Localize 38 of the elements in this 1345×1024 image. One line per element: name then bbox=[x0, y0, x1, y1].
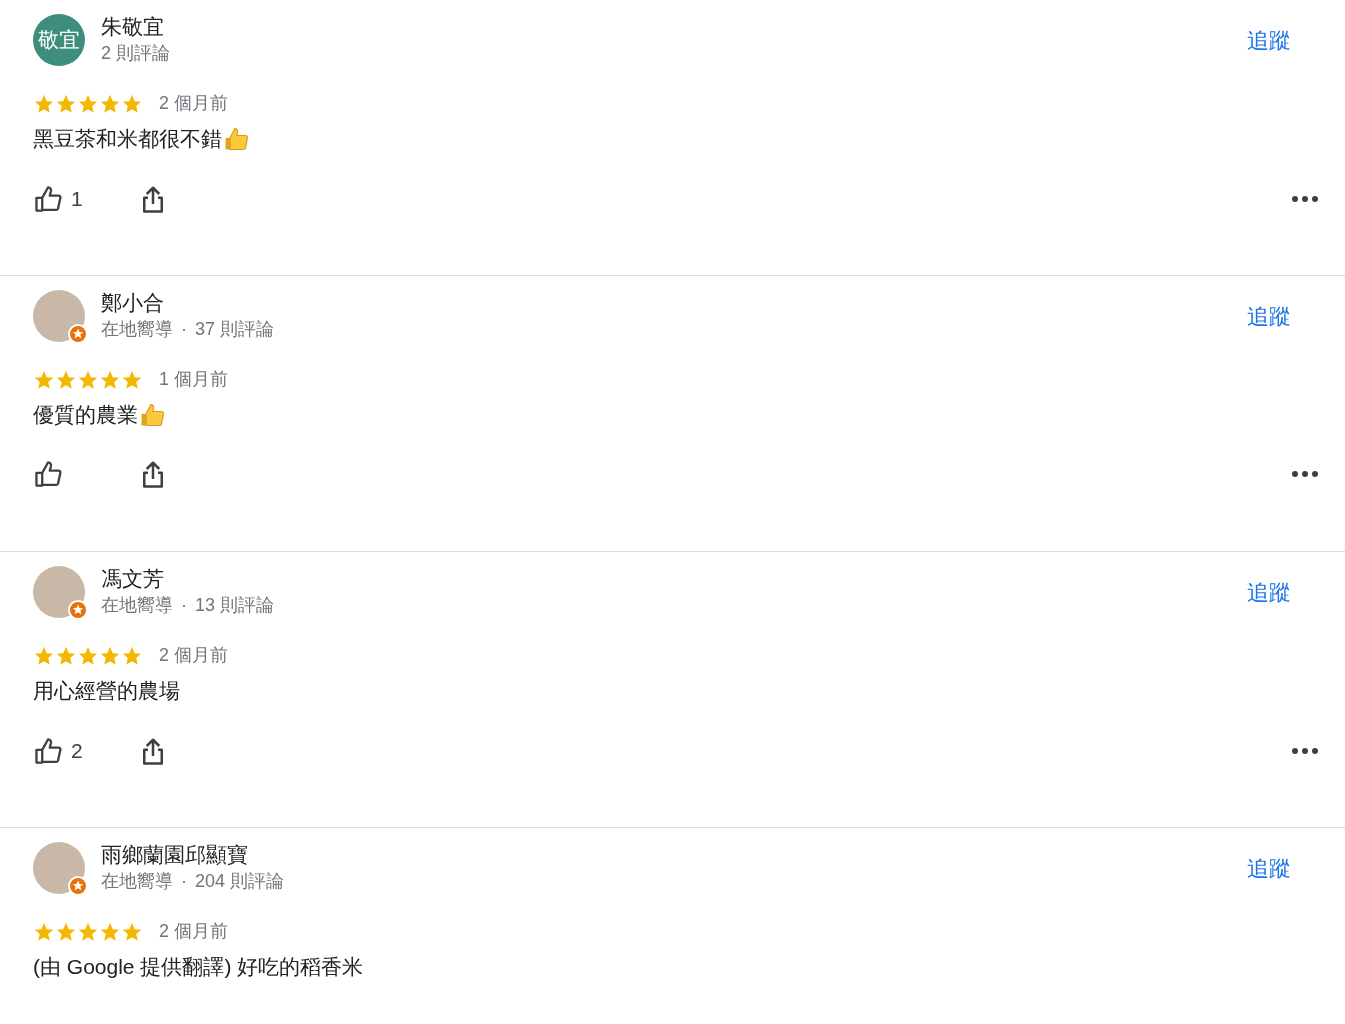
review-time: 2 個月前 bbox=[159, 920, 228, 943]
follow-link[interactable]: 追蹤 bbox=[1247, 24, 1291, 57]
review-text: (由 Google 提供翻譯) 好吃的稻香米 bbox=[33, 954, 364, 980]
reviewer-name: 雨鄉蘭園邱顯寶 bbox=[101, 842, 249, 868]
review-count: 204 則評論 bbox=[195, 870, 285, 893]
thumbs-up-icon bbox=[33, 459, 63, 489]
review-count: 37 則評論 bbox=[195, 318, 275, 341]
review-text: 黑豆茶和米都很不錯 bbox=[33, 126, 222, 152]
local-guide-label: 在地嚮導 bbox=[101, 318, 173, 341]
review-time: 1 個月前 bbox=[159, 368, 228, 391]
separator-dot: · bbox=[181, 594, 187, 617]
reviewer-name: 馮文芳 bbox=[101, 566, 165, 592]
separator-dot: · bbox=[181, 870, 187, 893]
thumbs-up-icon bbox=[33, 735, 63, 766]
review-time: 2 個月前 bbox=[159, 92, 228, 115]
review-count: 2 則評論 bbox=[101, 42, 170, 65]
reviewer-name: 鄭小合 bbox=[101, 290, 165, 316]
avatar-initials: 敬宜 bbox=[33, 14, 85, 66]
follow-link[interactable]: 追蹤 bbox=[1247, 300, 1291, 333]
more-button[interactable] bbox=[1291, 194, 1319, 203]
local-guide-label: 在地嚮導 bbox=[101, 594, 173, 617]
more-dots-icon bbox=[1291, 194, 1319, 203]
local-guide-label: 在地嚮導 bbox=[101, 870, 173, 893]
review-count: 13 則評論 bbox=[195, 594, 275, 617]
like-button[interactable]: 1 bbox=[33, 183, 138, 215]
like-button[interactable]: 2 bbox=[33, 735, 138, 767]
more-dots-icon bbox=[1291, 470, 1319, 478]
more-dots-icon bbox=[1291, 746, 1319, 755]
follow-link[interactable]: 追蹤 bbox=[1247, 576, 1291, 609]
more-button[interactable] bbox=[1291, 746, 1319, 755]
review-text: 用心經營的農場 bbox=[33, 678, 180, 704]
thumbs-up-icon bbox=[33, 183, 63, 214]
separator-dot: · bbox=[181, 318, 187, 341]
reviewer-name: 朱敬宜 bbox=[101, 14, 165, 40]
more-button[interactable] bbox=[1291, 470, 1319, 478]
follow-link[interactable]: 追蹤 bbox=[1247, 852, 1291, 885]
review-text: 優質的農業 bbox=[33, 402, 138, 428]
review-time: 2 個月前 bbox=[159, 644, 228, 667]
